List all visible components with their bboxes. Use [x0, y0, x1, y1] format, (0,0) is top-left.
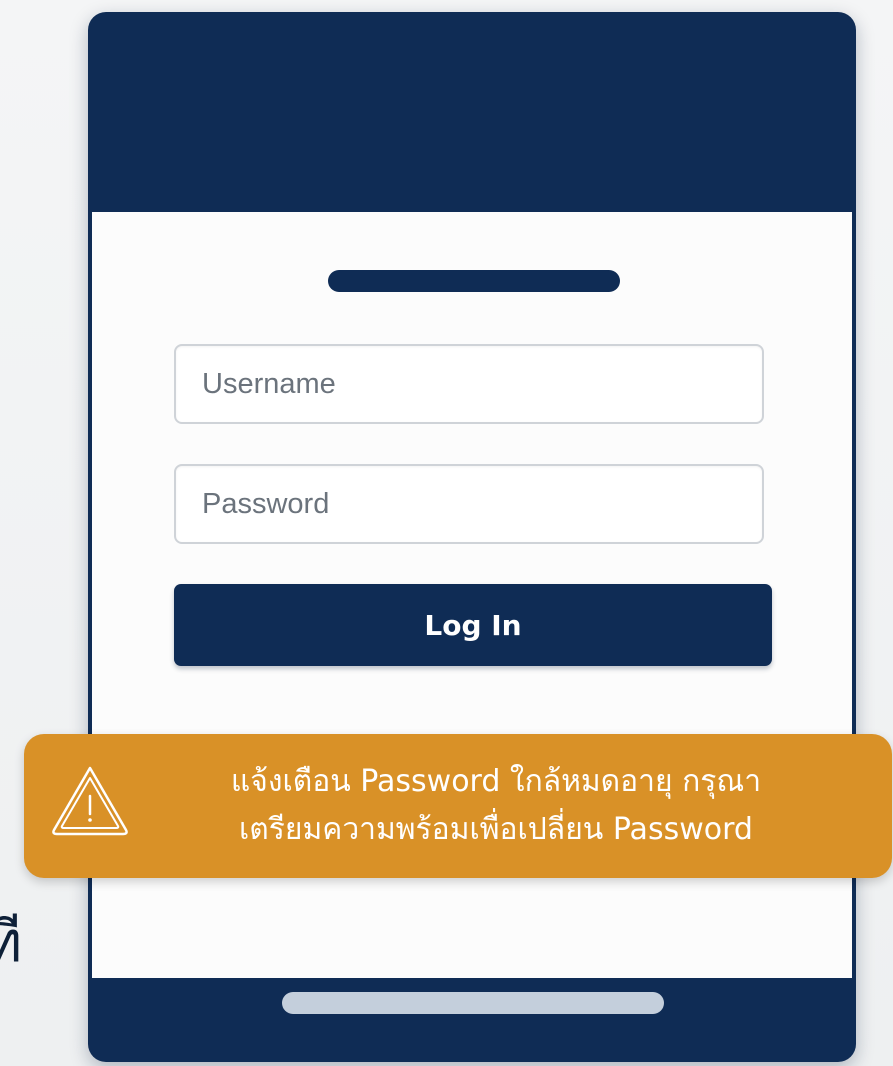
home-indicator-bar — [282, 992, 664, 1014]
login-button[interactable]: Log In — [174, 584, 772, 666]
username-input[interactable] — [174, 344, 764, 424]
partial-thai-text: ที — [0, 908, 22, 978]
alert-message-line-2: เตรียมความพร้อมเพื่อเปลี่ยน Password — [239, 812, 753, 847]
login-illustration: ที Log In แจ้งเตือน Password ใกล้หมดอายุ… — [0, 0, 893, 1066]
partial-thai-char: ที — [0, 910, 22, 975]
phone-frame: Log In — [88, 12, 856, 1062]
alert-message-line-1: แจ้งเตือน Password ใกล้หมดอายุ กรุณา — [230, 764, 762, 799]
password-expiry-alert: แจ้งเตือน Password ใกล้หมดอายุ กรุณา เตร… — [24, 734, 892, 878]
alert-message: แจ้งเตือน Password ใกล้หมดอายุ กรุณา เตร… — [156, 758, 836, 854]
title-placeholder-bar — [328, 270, 620, 292]
password-input[interactable] — [174, 464, 764, 544]
warning-icon — [48, 762, 132, 838]
